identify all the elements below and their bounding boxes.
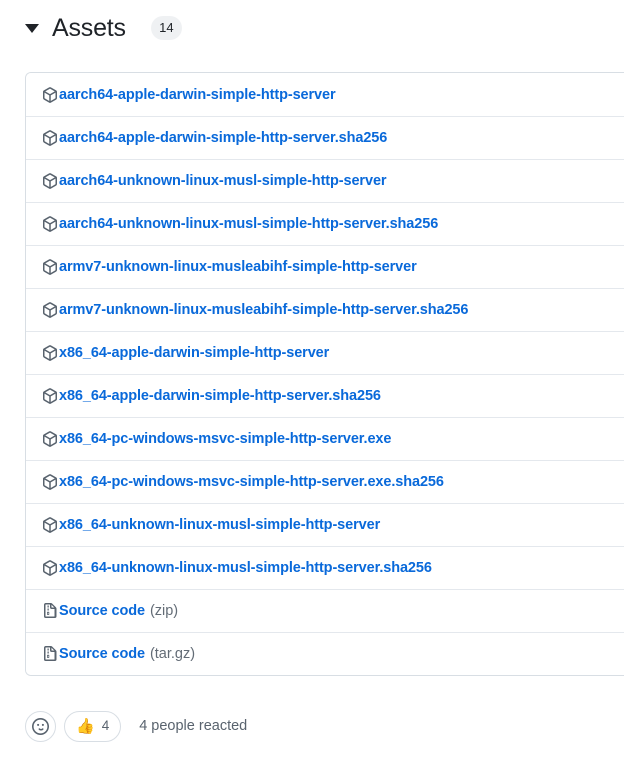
asset-row[interactable]: Source code (zip)	[26, 589, 624, 632]
asset-format-label: (zip)	[149, 603, 179, 619]
smiley-icon	[32, 717, 49, 735]
asset-row[interactable]: x86_64-apple-darwin-simple-http-server.s…	[26, 374, 624, 417]
asset-row[interactable]: Source code (tar.gz)	[26, 632, 624, 675]
package-icon	[42, 388, 58, 404]
reactions-bar: 👍 4 4 people reacted	[25, 708, 247, 744]
asset-download-link[interactable]: x86_64-apple-darwin-simple-http-server	[59, 345, 329, 361]
asset-row[interactable]: x86_64-unknown-linux-musl-simple-http-se…	[26, 503, 624, 546]
asset-row[interactable]: x86_64-unknown-linux-musl-simple-http-se…	[26, 546, 624, 589]
release-assets-panel: Assets 14 aarch64-apple-darwin-simple-ht…	[0, 11, 624, 759]
assets-list: aarch64-apple-darwin-simple-http-server a…	[25, 72, 624, 676]
package-icon	[42, 259, 58, 275]
asset-row[interactable]: armv7-unknown-linux-musleabihf-simple-ht…	[26, 245, 624, 288]
asset-row[interactable]: x86_64-apple-darwin-simple-http-server	[26, 331, 624, 374]
package-icon	[42, 173, 58, 189]
package-icon	[42, 517, 58, 533]
asset-download-link[interactable]: aarch64-apple-darwin-simple-http-server	[59, 87, 336, 103]
file-zip-icon	[42, 646, 58, 662]
asset-download-link[interactable]: aarch64-apple-darwin-simple-http-server.…	[59, 130, 387, 146]
assets-count-badge: 14	[150, 16, 182, 40]
asset-download-link[interactable]: x86_64-apple-darwin-simple-http-server.s…	[59, 388, 381, 404]
asset-download-link[interactable]: Source code	[59, 603, 145, 619]
package-icon	[42, 86, 58, 103]
asset-row[interactable]: aarch64-unknown-linux-musl-simple-http-s…	[26, 159, 624, 202]
asset-row[interactable]: x86_64-pc-windows-msvc-simple-http-serve…	[26, 417, 624, 460]
package-icon	[42, 474, 58, 490]
add-reaction-button[interactable]	[25, 710, 56, 742]
page-title: Assets	[52, 14, 126, 42]
asset-row[interactable]: aarch64-apple-darwin-simple-http-server.…	[26, 116, 624, 159]
reactions-summary: 4 people reacted	[139, 718, 248, 734]
file-zip-icon	[42, 603, 58, 619]
package-icon	[42, 130, 58, 146]
package-icon	[42, 431, 58, 447]
asset-download-link[interactable]: x86_64-unknown-linux-musl-simple-http-se…	[59, 560, 432, 576]
asset-download-link[interactable]: aarch64-unknown-linux-musl-simple-http-s…	[59, 216, 438, 232]
reaction-thumbs-up[interactable]: 👍 4	[64, 710, 122, 742]
asset-download-link[interactable]: x86_64-unknown-linux-musl-simple-http-se…	[59, 517, 380, 533]
asset-download-link[interactable]: aarch64-unknown-linux-musl-simple-http-s…	[59, 173, 387, 189]
package-icon	[42, 345, 58, 361]
package-icon	[42, 560, 58, 576]
thumbs-up-icon: 👍	[76, 716, 95, 735]
package-icon	[42, 302, 58, 318]
asset-row[interactable]: aarch64-apple-darwin-simple-http-server	[26, 73, 624, 116]
reaction-count: 4	[101, 718, 110, 734]
asset-download-link[interactable]: x86_64-pc-windows-msvc-simple-http-serve…	[59, 431, 391, 447]
asset-download-link[interactable]: x86_64-pc-windows-msvc-simple-http-serve…	[59, 474, 444, 490]
asset-row[interactable]: aarch64-unknown-linux-musl-simple-http-s…	[26, 202, 624, 245]
asset-row[interactable]: x86_64-pc-windows-msvc-simple-http-serve…	[26, 460, 624, 503]
asset-download-link[interactable]: armv7-unknown-linux-musleabihf-simple-ht…	[59, 302, 468, 318]
triangle-down-icon[interactable]	[25, 23, 39, 33]
package-icon	[42, 216, 58, 232]
asset-row[interactable]: armv7-unknown-linux-musleabihf-simple-ht…	[26, 288, 624, 331]
assets-section-header[interactable]: Assets 14	[25, 11, 624, 45]
asset-download-link[interactable]: Source code	[59, 646, 145, 662]
asset-download-link[interactable]: armv7-unknown-linux-musleabihf-simple-ht…	[59, 259, 417, 275]
asset-format-label: (tar.gz)	[149, 646, 196, 662]
